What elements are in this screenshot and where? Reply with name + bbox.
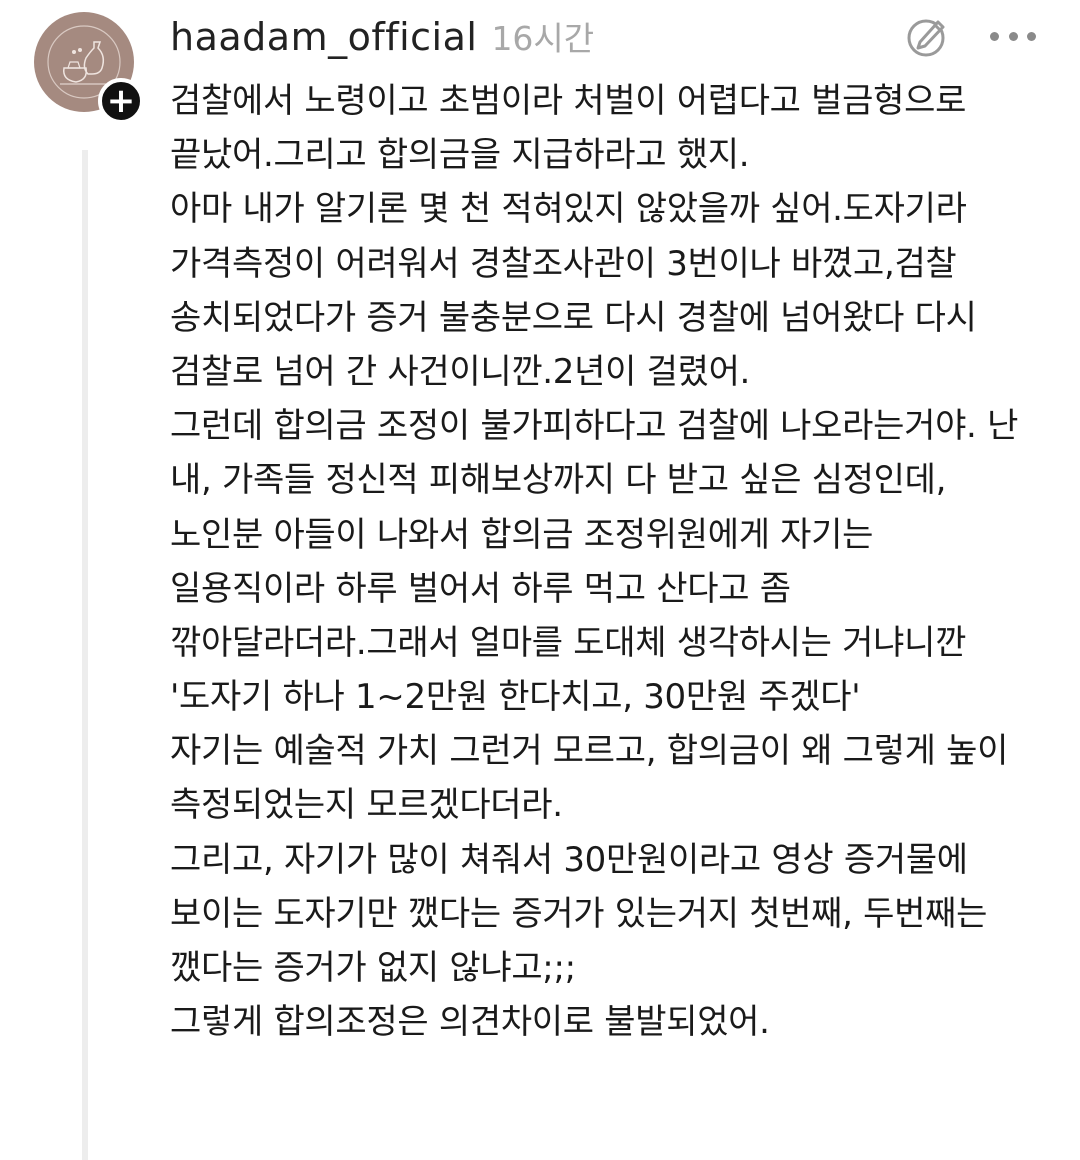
- comment-line: 아마 내가 알기론 몇 천 적혀있지 않았을까 싶어.도자기라: [170, 189, 967, 230]
- comment-line: 보이는 도자기만 깼다는 증거가 있는거지 첫번째, 두번째는: [170, 893, 988, 934]
- thread-line: [82, 150, 88, 1160]
- comment-line: 송치되었다가 증거 불충분으로 다시 경찰에 넘어왔다 다시: [170, 297, 977, 338]
- more-dots-icon[interactable]: [990, 22, 1036, 50]
- comment-line: 내, 가족들 정신적 피해보상까지 다 받고 싶은 심정인데,: [170, 460, 947, 501]
- dot: [990, 31, 999, 41]
- comment-line: '도자기 하나 1~2만원 한다치고, 30만원 주겠다': [170, 677, 861, 718]
- username[interactable]: haadam_official: [170, 15, 477, 59]
- comment-line: 가격측정이 어려워서 경찰조사관이 3번이나 바꼈고,검찰: [170, 243, 957, 284]
- comment-item: + haadam_official 16시간 검찰에서 노령이고 초범이라 처벌…: [0, 0, 1080, 1160]
- comment-body: 검찰에서 노령이고 초범이라 처벌이 어렵다고 벌금형으로 끝났어.그리고 합의…: [170, 74, 1050, 1049]
- plus-icon[interactable]: +: [98, 78, 144, 124]
- dot: [1008, 31, 1018, 41]
- comment-line: 자기는 예술적 가치 그런거 모르고, 합의금이 왜 그렇게 높이: [170, 731, 1009, 772]
- comment-line: 그렇게 합의조정은 의견차이로 불발되었어.: [170, 1002, 770, 1043]
- comment-line: 깼다는 증거가 없지 않냐고;;;: [170, 948, 576, 988]
- timestamp: 16시간: [491, 19, 595, 58]
- comment-line: 검찰로 넘어 간 사건이니깐.2년이 걸렸어.: [170, 351, 751, 392]
- comment-line: 노인분 아들이 나와서 합의금 조정위원에게 자기는: [170, 514, 874, 555]
- comment-line: 측정되었는지 모르겠다더라.: [170, 785, 563, 826]
- comment-line: 끝났어.그리고 합의금을 지급하라고 했지.: [170, 135, 750, 176]
- comment-line: 일용직이라 하루 벌어서 하루 먹고 산다고 좀: [170, 568, 791, 609]
- comment-line: 그런데 합의금 조정이 불가피하다고 검찰에 나오라는거야. 난: [170, 406, 1019, 447]
- edit-slash-circle-icon[interactable]: [904, 14, 950, 60]
- comment-line: 검찰에서 노령이고 초범이라 처벌이 어렵다고 벌금형으로: [170, 81, 967, 121]
- comment-line: 그리고, 자기가 많이 쳐줘서 30만원이라고 영상 증거물에: [170, 839, 968, 880]
- dot: [1027, 31, 1036, 41]
- comment-line: 깎아달라더라.그래서 얼마를 도대체 생각하시는 거냐니깐: [170, 622, 967, 663]
- comment-header: haadam_official 16시간: [170, 12, 594, 62]
